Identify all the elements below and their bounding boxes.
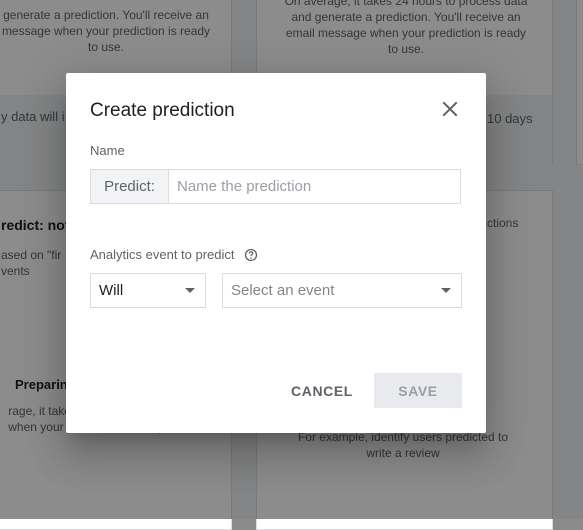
name-prefix: Predict: bbox=[91, 170, 169, 203]
name-field: Predict: bbox=[90, 169, 461, 204]
help-icon[interactable] bbox=[244, 248, 258, 262]
dialog-title: Create prediction bbox=[90, 100, 235, 121]
close-icon[interactable] bbox=[440, 99, 460, 119]
event-select-placeholder: Select an event bbox=[231, 282, 335, 299]
event-label: Analytics event to predict bbox=[90, 247, 235, 262]
cancel-button[interactable]: CANCEL bbox=[284, 373, 360, 408]
chevron-down-icon bbox=[185, 288, 195, 293]
will-select[interactable]: Will bbox=[90, 273, 206, 308]
save-button[interactable]: SAVE bbox=[374, 373, 462, 408]
prediction-name-input[interactable] bbox=[169, 170, 460, 203]
name-label: Name bbox=[90, 143, 125, 158]
will-select-value: Will bbox=[99, 282, 124, 299]
create-prediction-dialog: Create prediction Name Predict: Analytic… bbox=[66, 73, 486, 433]
event-select[interactable]: Select an event bbox=[222, 273, 462, 308]
chevron-down-icon bbox=[441, 288, 451, 293]
